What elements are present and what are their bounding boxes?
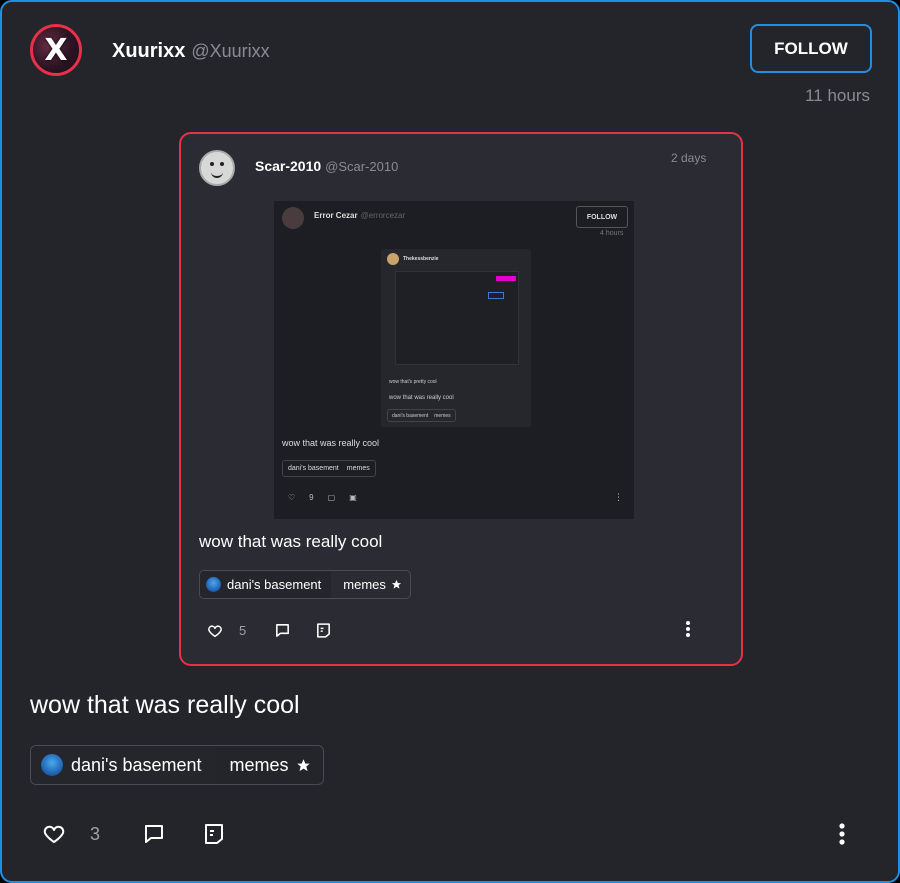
screenshot-action-bar: ♡ 9 ▢ ▣ [288, 493, 357, 502]
screenshot-avatar [282, 207, 304, 229]
screenshot-comment-icon: ▢ [327, 493, 336, 502]
post-time: 11 hours [805, 86, 870, 105]
community-icon [206, 577, 221, 592]
inner-author: Thekessbenzie [403, 256, 439, 262]
inner-tag-community: dani's basement [392, 412, 429, 419]
quoted-like-count: 5 [239, 623, 247, 638]
star-icon [296, 758, 310, 771]
post-card: X Xuurixx @Xuurixx FOLLOW 11 hours Scar-2… [0, 0, 900, 883]
author-avatar[interactable]: X [30, 24, 82, 76]
star-icon [391, 579, 401, 589]
quoted-time: 2 days [671, 151, 707, 165]
action-bar: 3 [42, 822, 226, 846]
screenshot-like-count: 9 [309, 493, 314, 502]
quote-repost-icon[interactable] [315, 622, 332, 639]
quoted-post-text: wow that was really cool [199, 532, 383, 551]
screenshot-tags: dani's basement memes [282, 460, 376, 477]
post-text: wow that was really cool [30, 691, 300, 719]
more-vertical-icon[interactable] [838, 822, 846, 846]
community-label: dani's basement [71, 754, 202, 775]
screenshot-heart-icon: ♡ [288, 493, 296, 502]
quoted-action-bar: 5 [207, 622, 332, 639]
screenshot-author-handle: @errorcezar [360, 211, 406, 220]
inner-nested-image [395, 271, 519, 365]
inner-pink-badge [496, 276, 516, 281]
quoted-community-label: dani's basement [227, 577, 322, 592]
screenshot-follow-button: FOLLOW [576, 206, 628, 228]
screenshot-more-icon: ⋮ [614, 492, 623, 502]
quoted-author-handle[interactable]: @Scar-2010 [325, 159, 398, 174]
heart-icon[interactable] [207, 623, 223, 639]
quoted-community-tag[interactable]: dani's basement [200, 571, 332, 598]
inner-blue-button [488, 292, 504, 299]
inner-text-small: wow that's pretty cool [389, 379, 437, 385]
comment-icon[interactable] [142, 822, 166, 846]
quoted-tags: dani's basement memes [199, 570, 411, 599]
screenshot-text: wow that was really cool [282, 438, 380, 448]
screenshot-quote-icon: ▣ [349, 493, 357, 502]
screenshot-tag-community: dani's basement [288, 465, 339, 472]
more-vertical-icon[interactable] [685, 620, 691, 638]
post-tags: dani's basement memes [30, 745, 324, 785]
quoted-post[interactable]: Scar-2010 @Scar-2010 2 days Error Cezar @e… [179, 132, 743, 666]
inner-tags: dani's basement memes [387, 409, 456, 422]
author-handle[interactable]: @Xuurixx [191, 41, 269, 61]
quote-repost-icon[interactable] [202, 822, 226, 846]
community-icon [41, 754, 63, 776]
heart-icon[interactable] [42, 822, 66, 846]
category-tag[interactable]: memes [216, 746, 323, 784]
quoted-author-name[interactable]: Scar-2010 [255, 158, 321, 174]
quoted-category-tag[interactable]: memes [331, 571, 410, 598]
quoted-category-label: memes [343, 577, 386, 592]
community-tag[interactable]: dani's basement [31, 746, 216, 784]
screenshot-time: 4 hours [600, 230, 624, 237]
comment-icon[interactable] [274, 622, 291, 639]
category-label: memes [229, 754, 289, 775]
quoted-screenshot-image[interactable]: Error Cezar @errorcezar FOLLOW 4 hours Th… [274, 201, 634, 519]
quoted-author-avatar[interactable] [199, 150, 235, 186]
screenshot-inner-post: Thekessbenzie wow that's pretty cool wow… [381, 249, 531, 427]
inner-tag-category: memes [434, 412, 451, 419]
author-name-line[interactable]: Xuurixx @Xuurixx [112, 40, 270, 63]
avatar-initial: X [44, 32, 68, 68]
like-count: 3 [90, 823, 101, 844]
inner-text: wow that was really cool [389, 395, 454, 401]
quoted-author-line[interactable]: Scar-2010 @Scar-2010 [255, 158, 398, 174]
screenshot-author-line: Error Cezar @errorcezar [314, 211, 405, 220]
author-name[interactable]: Xuurixx [112, 40, 185, 62]
follow-button[interactable]: FOLLOW [750, 24, 872, 73]
screenshot-author-name: Error Cezar [314, 211, 358, 220]
inner-avatar [387, 253, 399, 265]
screenshot-tag-category: memes [346, 465, 370, 472]
